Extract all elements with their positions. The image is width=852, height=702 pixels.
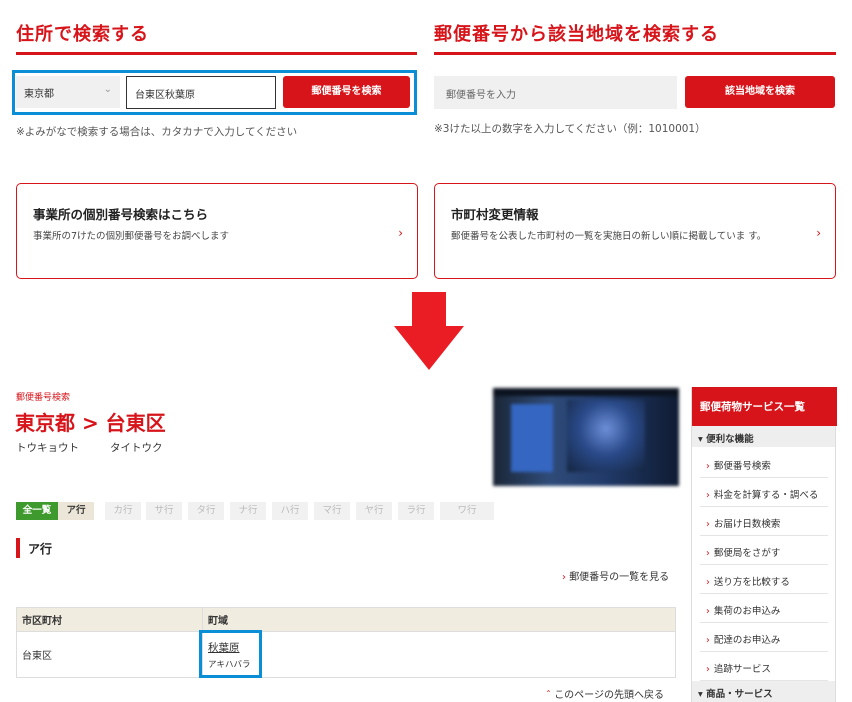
zip-list-link-label: 郵便番号の一覧を見る	[569, 572, 670, 583]
sidebar-item-label: 郵便局をさがす	[713, 548, 781, 559]
tab-ta: タ行	[188, 502, 224, 520]
tab-ya: ヤ行	[356, 502, 392, 520]
chevron-right-icon: ›	[706, 577, 710, 588]
sidebar-item-delivery-days[interactable]: › お届け日数検索	[700, 507, 828, 536]
sidebar-group-label: 商品・サービス	[706, 689, 773, 700]
tab-ha: ハ行	[272, 502, 308, 520]
town-link[interactable]: 秋葉原	[208, 640, 670, 655]
tab-sa: サ行	[146, 502, 182, 520]
section-divider	[16, 52, 417, 55]
breadcrumb[interactable]: 郵便番号検索	[16, 390, 70, 403]
column-header-city: 市区町村	[16, 607, 203, 632]
section-divider	[434, 52, 836, 55]
sidebar-item-zip-search[interactable]: › 郵便番号検索	[700, 449, 828, 478]
sidebar-item-find-office[interactable]: › 郵便局をさがす	[700, 536, 828, 565]
town-cell: 秋葉原 アキハバラ	[202, 631, 676, 678]
tab-all[interactable]: 全一覧	[16, 502, 58, 520]
sidebar-item-fee[interactable]: › 料金を計算する・調べる	[700, 478, 828, 507]
business-zip-card[interactable]: 事業所の個別番号検索はこちら 事業所の7けたの個別郵便番号をお調べします ›	[16, 183, 418, 279]
tab-na: ナ行	[230, 502, 266, 520]
sidebar-group-label: 便利な機能	[706, 434, 754, 445]
table-header-row: 市区町村 町域	[16, 607, 676, 632]
sidebar-item-delivery[interactable]: › 配達のお申込み	[700, 623, 828, 652]
promo-banner-image[interactable]	[493, 388, 679, 486]
highlight-box-town	[199, 630, 262, 678]
sidebar-item-compare[interactable]: › 送り方を比較する	[700, 565, 828, 594]
zip-code-input[interactable]: 郵便番号を入力	[434, 76, 677, 109]
sidebar-item-label: 郵便番号検索	[713, 461, 771, 472]
sidebar-group-convenient[interactable]: ▾ 便利な機能	[692, 426, 835, 447]
column-header-town: 町域	[202, 607, 676, 632]
card-description: 事業所の7けたの個別郵便番号をお調べします	[33, 231, 230, 242]
triangle-down-icon: ▾	[698, 689, 707, 700]
tab-ma: マ行	[314, 502, 350, 520]
chevron-right-icon: ›	[706, 519, 710, 530]
address-note: ※よみがなで検索する場合は、カタカナで入力してください	[16, 126, 298, 138]
page-top-link-label: このページの先頭へ戻る	[554, 690, 664, 701]
zip-note: ※3けた以上の数字を入力してください（例：1010001）	[434, 123, 706, 135]
highlight-box-address-form	[12, 70, 417, 115]
chevron-right-icon: ›	[706, 606, 710, 617]
card-description: 郵便番号を公表した市町村の一覧を実施日の新しい順に掲載していま す。	[451, 231, 767, 242]
zip-list-link[interactable]: › 郵便番号の一覧を見る	[562, 568, 669, 583]
service-sidebar: 郵便荷物サービス一覧 ▾ 便利な機能 › 郵便番号検索 › 料金を計算する・調べる …	[691, 387, 837, 702]
table-row: 台東区 秋葉原 アキハバラ	[16, 631, 676, 678]
card-title: 事業所の個別番号検索はこちら	[33, 207, 209, 222]
section-heading: ア行	[28, 542, 53, 556]
sidebar-item-pickup[interactable]: › 集荷のお申込み	[700, 594, 828, 623]
chevron-right-icon: ›	[706, 461, 710, 472]
result-table: 市区町村 町域 台東区 秋葉原 アキハバラ	[16, 607, 676, 678]
sidebar-title: 郵便荷物サービス一覧	[692, 387, 837, 426]
chevron-right-icon: ›	[816, 226, 821, 240]
sidebar-item-label: 配達のお申込み	[713, 635, 781, 646]
chevron-right-icon: ›	[706, 490, 710, 501]
town-kana: アキハバラ	[208, 659, 251, 670]
sidebar-item-tracking[interactable]: › 追跡サービス	[700, 652, 828, 681]
address-search-title: 住所で検索する	[16, 24, 149, 45]
tab-ka: カ行	[105, 502, 141, 520]
section-marker	[16, 538, 20, 558]
sidebar-item-label: 追跡サービス	[713, 664, 771, 675]
tab-wa: ワ行	[440, 502, 494, 520]
card-title: 市町村変更情報	[451, 207, 539, 222]
tab-a[interactable]: ア行	[58, 502, 94, 520]
chevron-right-icon: ›	[398, 226, 403, 240]
triangle-down-icon: ▾	[698, 434, 707, 445]
search-area-button[interactable]: 該当地域を検索	[685, 76, 835, 108]
chevron-right-icon: ›	[706, 664, 710, 675]
sidebar-item-label: 送り方を比較する	[713, 577, 790, 588]
chevron-up-icon: ˆ	[546, 690, 555, 701]
zip-search-title: 郵便番号から該当地域を検索する	[434, 24, 719, 45]
tab-ra: ラ行	[398, 502, 434, 520]
sidebar-group-products[interactable]: ▾ 商品・サービス	[692, 681, 835, 702]
page-top-link[interactable]: ˆ このページの先頭へ戻る	[546, 686, 664, 701]
chevron-right-icon: ›	[706, 635, 710, 646]
down-arrow-icon	[394, 292, 464, 370]
page-title: 東京都 > 台東区	[15, 411, 166, 435]
sidebar-item-label: 集荷のお申込み	[713, 606, 781, 617]
chevron-right-icon: ›	[706, 548, 710, 559]
sidebar-item-label: お届け日数検索	[713, 519, 781, 530]
municipality-change-card[interactable]: 市町村変更情報 郵便番号を公表した市町村の一覧を実施日の新しい順に掲載していま …	[434, 183, 836, 279]
city-cell: 台東区	[16, 631, 203, 678]
prefecture-kana: トウキョウト	[16, 442, 79, 454]
sidebar-item-label: 料金を計算する・調べる	[713, 490, 819, 501]
city-kana: タイトウク	[110, 442, 163, 454]
